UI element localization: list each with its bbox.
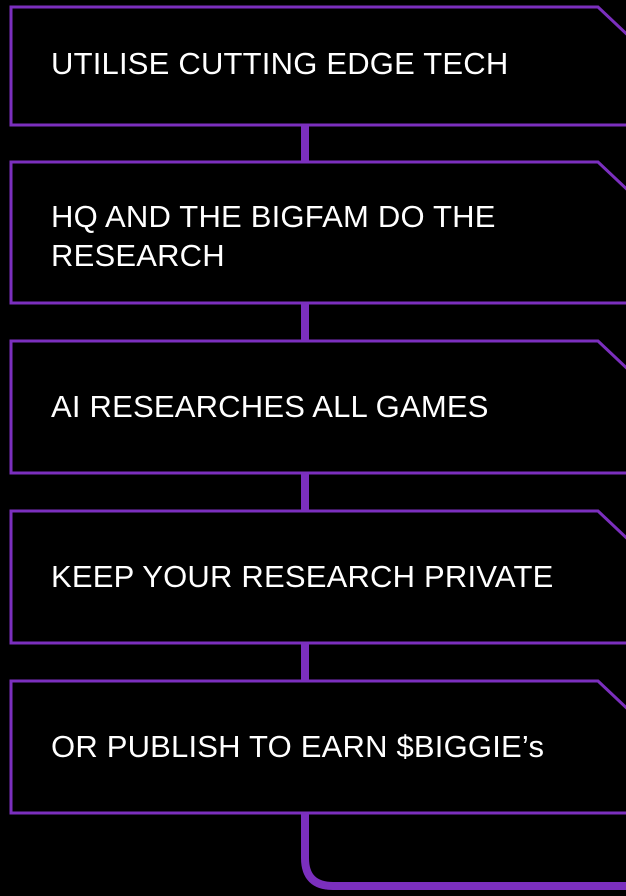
step-label-1: UTILISE CUTTING EDGE TECH [51,46,509,81]
step-label-4: KEEP YOUR RESEARCH PRIVATE [51,559,554,594]
connector-2 [301,303,309,341]
connector-3 [301,473,309,511]
connector-4 [301,643,309,681]
step-label-3: AI RESEARCHES ALL GAMES [51,389,489,424]
connector-tail [301,813,626,890]
connector-1 [301,125,309,162]
step-label-5: OR PUBLISH TO EARN $BIGGIE’s [51,729,545,764]
flow-diagram: UTILISE CUTTING EDGE TECH HQ AND THE BIG… [0,0,626,891]
step-label-2: HQ AND THE BIGFAM DO THE RESEARCH [51,199,496,273]
